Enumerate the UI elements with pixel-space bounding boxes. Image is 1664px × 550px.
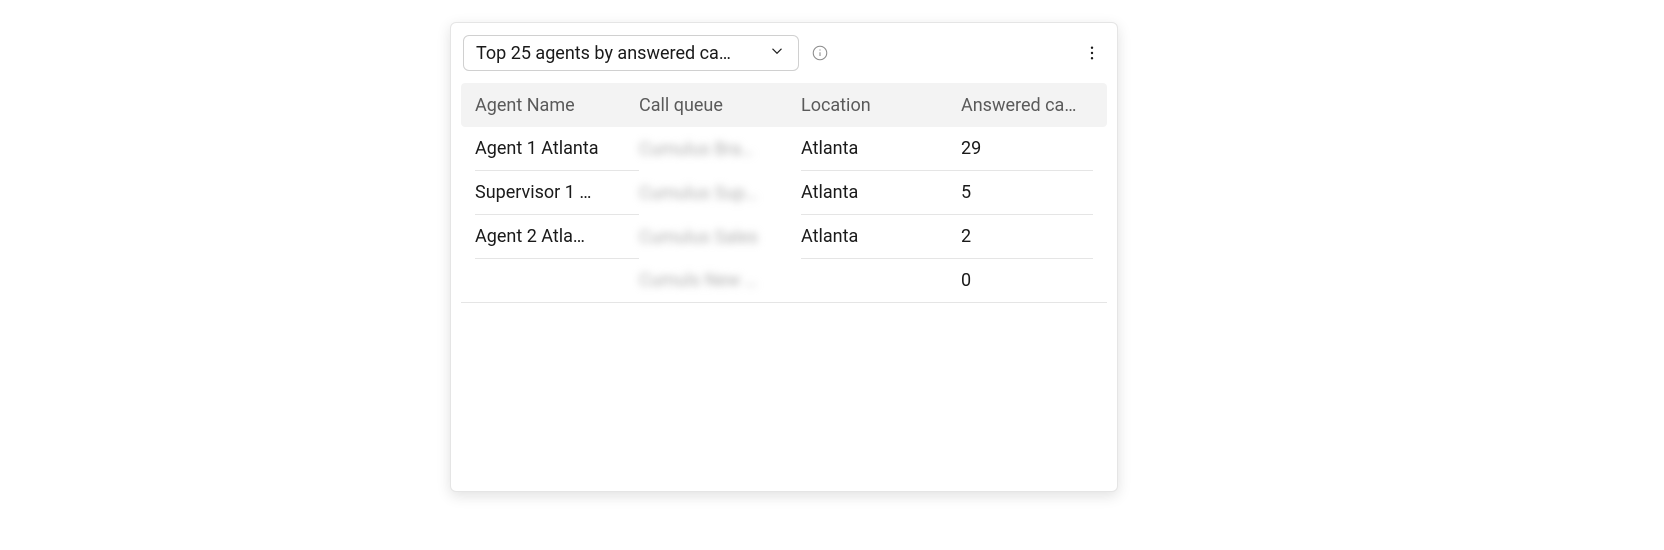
table-row[interactable]: Cumuls New … 0 [461,259,1107,303]
cell-answered: 0 [961,270,971,291]
filter-dropdown[interactable]: Top 25 agents by answered ca… [463,35,799,71]
more-options-icon[interactable] [1083,44,1101,62]
cell-queue: Cumulus Bra… [639,139,753,160]
cell-agent: Agent 1 Atlanta [475,138,599,159]
cell-agent: Supervisor 1 … [475,182,591,203]
table-row[interactable]: Supervisor 1 … Cumulus Sup… Atlanta 5 [461,171,1107,215]
table-row[interactable]: Agent 2 Atla… Cumulus Sales Atlanta 2 [461,215,1107,259]
table-row[interactable]: Agent 1 Atlanta Cumulus Bra… Atlanta 29 [461,127,1107,171]
chevron-down-icon [768,42,786,65]
cell-location: Atlanta [801,138,858,159]
cell-answered: 5 [961,182,971,203]
agents-table: Agent Name Call queue Location Answered … [461,83,1107,303]
cell-queue: Cumuls New … [639,270,757,291]
column-header-answered[interactable]: Answered ca… [961,95,1093,116]
cell-queue: Cumulus Sales [639,227,758,248]
cell-location: Atlanta [801,226,858,247]
cell-location: Atlanta [801,182,858,203]
info-icon[interactable] [811,44,829,62]
card-header: Top 25 agents by answered ca… [461,35,1107,83]
cell-answered: 29 [961,138,981,159]
column-header-location[interactable]: Location [801,95,961,116]
column-header-queue[interactable]: Call queue [639,95,801,116]
table-header-row: Agent Name Call queue Location Answered … [461,83,1107,127]
cell-queue: Cumulus Sup… [639,183,757,204]
cell-agent: Agent 2 Atla… [475,226,585,247]
filter-dropdown-label: Top 25 agents by answered ca… [476,43,758,64]
cell-answered: 2 [961,226,971,247]
agents-card: Top 25 agents by answered ca… Agent Name [450,22,1118,492]
column-header-agent[interactable]: Agent Name [475,95,639,116]
